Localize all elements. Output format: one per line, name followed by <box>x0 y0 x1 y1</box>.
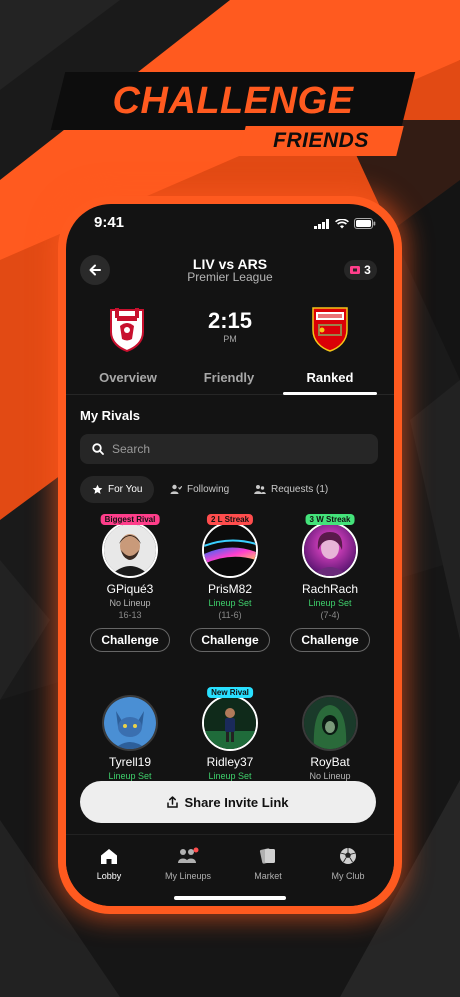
ticket-icon <box>350 266 361 274</box>
rival-name: Ridley37 <box>206 755 254 769</box>
star-icon <box>92 484 103 494</box>
users-icon <box>254 485 266 494</box>
headline-subtitle: FRIENDS <box>273 129 369 152</box>
arsenal-crest-icon <box>310 304 350 352</box>
rival-tag: 3 W Streak <box>305 514 355 525</box>
home-icon <box>101 848 117 864</box>
wifi-icon <box>335 216 349 234</box>
headline-title: CHALLENGE <box>112 79 354 122</box>
rival-name: RoyBat <box>310 755 350 769</box>
rival-name: GPiqué3 <box>106 582 154 596</box>
cards-icon <box>259 848 275 864</box>
rival-record: (7-4) <box>320 610 340 620</box>
coin-badge[interactable]: 3 <box>344 260 377 280</box>
status-time: 9:41 <box>94 214 125 231</box>
filter-requests-label: Requests (1) <box>271 484 329 495</box>
nav-my-club[interactable]: My Club <box>308 845 388 881</box>
rival-tag: Biggest Rival <box>100 514 160 525</box>
share-invite-label: Share Invite Link <box>184 794 289 810</box>
avatar <box>102 522 158 578</box>
filter-following-label: Following <box>187 484 230 495</box>
rival-record: (11-6) <box>218 610 242 620</box>
challenge-button[interactable]: Challenge <box>190 628 270 652</box>
rival-card[interactable]: New Rival Ridley37 Lineup Set <box>180 687 280 781</box>
challenge-button[interactable]: Challenge <box>90 628 170 652</box>
nav-my-club-label: My Club <box>331 871 365 881</box>
rival-record: 16-13 <box>118 610 142 620</box>
avatar <box>302 522 358 578</box>
rival-lineup-status: Lineup Set <box>208 771 252 781</box>
share-invite-button[interactable]: Share Invite Link <box>80 781 376 823</box>
avatar <box>102 695 158 751</box>
rival-tag: New Rival <box>207 687 253 698</box>
rival-lineup-status: No Lineup <box>309 771 351 781</box>
rival-card[interactable]: 3 W Streak RachRach Lineup Set (7-4) Cha… <box>280 514 380 652</box>
filter-for-you[interactable]: For You <box>80 476 155 503</box>
rival-name: Tyrell19 <box>108 755 152 769</box>
rival-tag: 2 L Streak <box>206 514 254 525</box>
tab-ranked[interactable]: Ranked <box>280 370 380 385</box>
rival-card[interactable]: 2 L Streak PrisM82 Lineup Set (11-6) Cha… <box>180 514 280 652</box>
rival-lineup-status: Lineup Set <box>308 598 352 608</box>
tab-active-indicator <box>283 392 377 395</box>
avatar <box>302 695 358 751</box>
avatar <box>202 695 258 751</box>
nav-lobby[interactable]: Lobby <box>69 845 149 881</box>
nav-market[interactable]: Market <box>228 845 308 881</box>
avatar <box>202 522 258 578</box>
search-input[interactable]: Search <box>80 434 378 464</box>
search-placeholder: Search <box>112 442 151 456</box>
nav-my-lineups[interactable]: My Lineups <box>148 845 228 881</box>
status-icons <box>314 216 376 234</box>
filter-following[interactable]: Following <box>158 476 241 503</box>
nav-lobby-label: Lobby <box>96 871 122 881</box>
tab-overview[interactable]: Overview <box>78 370 178 385</box>
filter-requests[interactable]: Requests (1) <box>242 476 340 503</box>
soccer-ball-icon <box>340 848 356 864</box>
tab-friendly[interactable]: Friendly <box>179 370 279 385</box>
rival-card[interactable]: Tyrell19 Lineup Set <box>80 695 180 781</box>
phone-screen: 9:41 LIV vs ARS Premier League 3 2:15 PM <box>66 204 394 906</box>
search-icon <box>92 443 104 455</box>
rival-card[interactable]: Biggest Rival GPiqué3 No Lineup 16-13 Ch… <box>80 514 180 652</box>
rival-lineup-status: Lineup Set <box>108 771 152 781</box>
rival-lineup-status: Lineup Set <box>208 598 252 608</box>
rival-name: RachRach <box>301 582 359 596</box>
coin-count: 3 <box>364 263 371 277</box>
share-icon <box>167 796 179 808</box>
user-check-icon <box>170 484 182 494</box>
headline-banner: CHALLENGE FRIENDS <box>0 0 460 170</box>
challenge-button[interactable]: Challenge <box>290 628 370 652</box>
rival-card[interactable]: RoyBat No Lineup <box>280 695 380 781</box>
nav-market-label: Market <box>254 871 282 881</box>
battery-icon <box>354 216 376 234</box>
nav-my-lineups-label: My Lineups <box>164 871 212 881</box>
rival-lineup-status: No Lineup <box>109 598 151 608</box>
signal-icon <box>314 216 330 234</box>
home-indicator <box>174 896 286 900</box>
rival-name: PrisM82 <box>207 582 252 596</box>
filter-for-you-label: For You <box>108 484 143 495</box>
lineup-icon <box>178 847 199 863</box>
rivals-section-title: My Rivals <box>80 408 140 423</box>
